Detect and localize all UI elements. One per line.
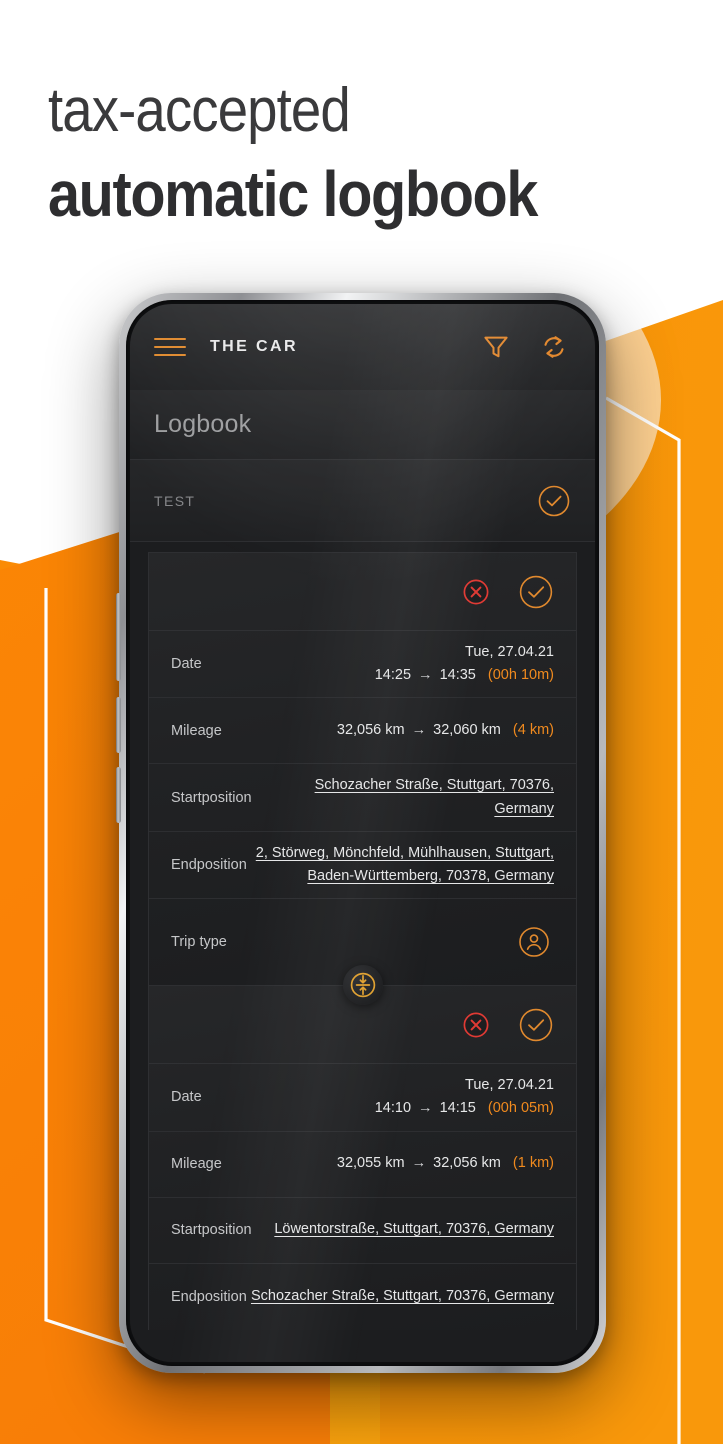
phone-button-power[interactable]	[116, 767, 121, 823]
phone-screen: THE CAR Logbook TEST Date Tue, 27.04.21 …	[130, 304, 595, 1362]
mileage-arrow-icon: →	[411, 1155, 427, 1172]
app-bar-title: THE CAR	[210, 338, 298, 355]
trip-row-endposition: Endposition 2, Störweg, Mönchfeld, Mühlh…	[149, 832, 576, 900]
x-circle-icon[interactable]	[462, 578, 490, 606]
trip-card: Date Tue, 27.04.21 14:10 → 14:15 (00h 05…	[148, 985, 577, 1330]
hamburger-line	[154, 338, 186, 340]
person-circle-icon[interactable]	[514, 922, 554, 962]
group-row-test: TEST	[130, 460, 595, 542]
merge-trips-icon[interactable]	[348, 970, 378, 1000]
row-label-mileage: Mileage	[171, 1156, 222, 1172]
row-label-startposition: Startposition	[171, 789, 252, 806]
hamburger-line	[154, 346, 186, 348]
row-value-date: Tue, 27.04.21 14:10 → 14:15 (00h 05m)	[375, 1074, 554, 1120]
trip-row-date: Date Tue, 27.04.21 14:10 → 14:15 (00h 05…	[149, 1064, 576, 1132]
headline-line-1: tax-accepted	[48, 76, 351, 145]
endposition-address-link-line2[interactable]: Baden-Württemberg, 70378, Germany	[307, 868, 554, 884]
hamburger-menu-icon[interactable]	[154, 338, 186, 356]
phone-button-volume-down[interactable]	[116, 697, 121, 753]
time-to: 14:15	[439, 1100, 476, 1117]
app-bar: THE CAR	[130, 304, 595, 390]
row-value-startposition[interactable]: Schozacher Straße, Stuttgart, 70376, Ger…	[252, 774, 554, 820]
startposition-address-link[interactable]: Schozacher Straße, Stuttgart, 70376, Ger…	[315, 777, 554, 816]
trip-duration: (00h 10m)	[487, 667, 554, 684]
page-header: Logbook	[130, 390, 595, 460]
time-from: 14:10	[374, 1100, 412, 1117]
row-label-endposition: Endposition	[171, 856, 247, 873]
trip-distance: (1 km)	[512, 1155, 554, 1172]
phone-button-volume-up[interactable]	[116, 593, 121, 681]
startposition-address-link[interactable]: Löwentorstraße, Stuttgart, 70376, German…	[274, 1221, 554, 1237]
row-label-date: Date	[171, 1089, 202, 1106]
trip-row-endposition: Endposition Schozacher Straße, Stuttgart…	[149, 1264, 576, 1330]
app-bar-actions	[481, 332, 569, 362]
mileage-to: 32,060 km	[433, 722, 501, 739]
merge-trips-button[interactable]	[342, 965, 383, 1006]
phone-bezel: THE CAR Logbook TEST Date Tue, 27.04.21 …	[126, 300, 599, 1366]
trip-date-day: Tue, 27.04.21	[465, 1077, 554, 1094]
mileage-from: 32,055 km	[336, 1155, 405, 1172]
trip-row-date: Date Tue, 27.04.21 14:25 → 14:35 (00h 10…	[149, 631, 576, 699]
time-from: 14:25	[374, 667, 412, 684]
check-circle-icon[interactable]	[518, 1007, 554, 1043]
headline-line-2: automatic logbook	[48, 158, 538, 231]
trip-time-range: 14:25 → 14:35 (00h 10m)	[375, 664, 554, 687]
trip-distance: (4 km)	[512, 722, 554, 739]
row-label-mileage: Mileage	[171, 722, 222, 739]
row-label-trip-type: Trip type	[171, 934, 227, 951]
row-label-endposition: Endposition	[171, 1288, 247, 1305]
trip-card-actions	[149, 553, 576, 631]
x-circle-icon[interactable]	[462, 1011, 490, 1039]
trip-time-range: 14:10 → 14:15 (00h 05m)	[375, 1097, 554, 1120]
trip-duration: (00h 05m)	[487, 1100, 554, 1117]
check-circle-icon[interactable]	[518, 574, 554, 610]
trip-row-startposition: Startposition Schozacher Straße, Stuttga…	[149, 764, 576, 832]
mileage-arrow-icon: →	[411, 722, 427, 739]
row-label-startposition: Startposition	[171, 1222, 252, 1238]
hamburger-line	[154, 354, 186, 356]
time-arrow-icon: →	[418, 667, 433, 684]
time-to: 14:35	[439, 667, 476, 684]
row-value-endposition[interactable]: Schozacher Straße, Stuttgart, 70376, Ger…	[251, 1285, 554, 1308]
group-label: TEST	[154, 492, 196, 509]
row-value-mileage: 32,055 km → 32,056 km (1 km)	[337, 1152, 554, 1175]
trip-date-day: Tue, 27.04.21	[465, 644, 554, 660]
row-value-startposition[interactable]: Löwentorstraße, Stuttgart, 70376, German…	[274, 1218, 554, 1241]
trip-row-mileage: Mileage 32,056 km → 32,060 km (4 km)	[149, 698, 576, 765]
mileage-to: 32,056 km	[433, 1155, 501, 1172]
refresh-sync-icon[interactable]	[539, 332, 569, 362]
row-value-mileage: 32,056 km → 32,060 km (4 km)	[337, 719, 554, 742]
promo-headline: tax-accepted automatic logbook	[48, 78, 591, 228]
endposition-address-link-line1[interactable]: 2, Störweg, Mönchfeld, Mühlhausen, Stutt…	[256, 845, 554, 861]
row-label-date: Date	[171, 656, 202, 673]
trip-row-mileage: Mileage 32,055 km → 32,056 km (1 km)	[149, 1132, 576, 1198]
filter-funnel-icon[interactable]	[481, 332, 511, 362]
page-title: Logbook	[154, 410, 252, 438]
phone-mockup: THE CAR Logbook TEST Date Tue, 27.04.21 …	[116, 293, 606, 1373]
trip-card: Date Tue, 27.04.21 14:25 → 14:35 (00h 10…	[148, 552, 577, 986]
row-value-date: Tue, 27.04.21 14:25 → 14:35 (00h 10m)	[375, 641, 554, 687]
row-value-endposition[interactable]: 2, Störweg, Mönchfeld, Mühlhausen, Stutt…	[256, 842, 554, 888]
logbook-scroll-area[interactable]: TEST Date Tue, 27.04.21 14:25 → 14:35 (0…	[130, 460, 595, 1362]
mileage-from: 32,056 km	[336, 722, 405, 739]
time-arrow-icon: →	[418, 1100, 433, 1117]
endposition-address-link[interactable]: Schozacher Straße, Stuttgart, 70376, Ger…	[251, 1288, 554, 1304]
trip-row-startposition: Startposition Löwentorstraße, Stuttgart,…	[149, 1198, 576, 1264]
check-circle-icon[interactable]	[537, 484, 571, 518]
